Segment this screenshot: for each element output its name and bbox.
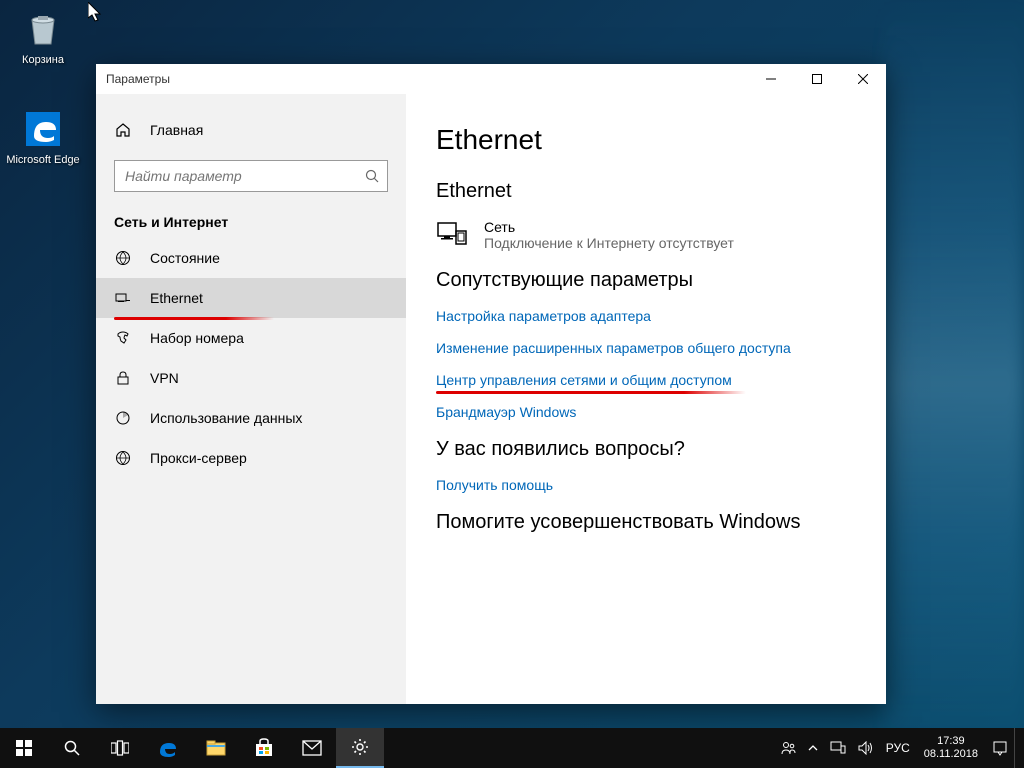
network-name: Сеть bbox=[484, 219, 734, 235]
section-ethernet: Ethernet bbox=[436, 180, 856, 203]
show-desktop-button[interactable] bbox=[1014, 728, 1020, 768]
edge-label: Microsoft Edge bbox=[6, 154, 80, 166]
recycle-bin-label: Корзина bbox=[6, 54, 80, 66]
link-firewall[interactable]: Брандмауэр Windows bbox=[436, 404, 856, 420]
nav-ethernet-label: Ethernet bbox=[150, 290, 203, 306]
nav-status[interactable]: Состояние bbox=[96, 238, 406, 278]
nav-status-label: Состояние bbox=[150, 250, 220, 266]
vpn-icon bbox=[114, 370, 132, 386]
minimize-button[interactable] bbox=[748, 64, 794, 94]
taskbar-explorer[interactable] bbox=[192, 728, 240, 768]
proxy-icon bbox=[114, 450, 132, 466]
tray-date: 08.11.2018 bbox=[924, 748, 978, 761]
content-pane: Ethernet Ethernet Сеть Подключение к Инт… bbox=[406, 94, 886, 704]
search-icon bbox=[365, 169, 379, 183]
dialup-icon bbox=[114, 330, 132, 346]
category-label: Сеть и Интернет bbox=[96, 192, 406, 238]
annotation-underline bbox=[436, 391, 746, 394]
tray-people-icon[interactable] bbox=[774, 740, 802, 756]
system-tray: РУС 17:39 08.11.2018 bbox=[774, 728, 1024, 768]
nav-dialup[interactable]: Набор номера bbox=[96, 318, 406, 358]
start-button[interactable] bbox=[0, 728, 48, 768]
link-adapter-settings[interactable]: Настройка параметров адаптера bbox=[436, 308, 856, 324]
edge-icon bbox=[22, 108, 64, 150]
nav-ethernet[interactable]: Ethernet bbox=[96, 278, 406, 318]
taskbar-settings[interactable] bbox=[336, 728, 384, 768]
recycle-bin-icon bbox=[22, 8, 64, 50]
tray-time: 17:39 bbox=[924, 735, 978, 748]
ethernet-icon bbox=[114, 290, 132, 306]
taskbar: РУС 17:39 08.11.2018 bbox=[0, 728, 1024, 768]
task-view-button[interactable] bbox=[96, 728, 144, 768]
nav-data-usage-label: Использование данных bbox=[150, 410, 302, 426]
tray-notifications-icon[interactable] bbox=[986, 740, 1014, 756]
status-icon bbox=[114, 250, 132, 266]
nav-vpn-label: VPN bbox=[150, 370, 179, 386]
network-icon bbox=[436, 219, 472, 249]
nav-proxy[interactable]: Прокси-сервер bbox=[96, 438, 406, 478]
home-link[interactable]: Главная bbox=[96, 112, 406, 148]
tray-chevron-up-icon[interactable] bbox=[802, 743, 824, 753]
link-get-help[interactable]: Получить помощь bbox=[436, 477, 856, 493]
tray-language[interactable]: РУС bbox=[880, 741, 916, 755]
search-button[interactable] bbox=[48, 728, 96, 768]
window-title: Параметры bbox=[106, 72, 170, 86]
edge-desktop-icon[interactable]: Microsoft Edge bbox=[6, 108, 80, 166]
network-status: Подключение к Интернету отсутствует bbox=[484, 235, 734, 251]
home-label: Главная bbox=[150, 122, 203, 138]
home-icon bbox=[114, 122, 132, 138]
taskbar-store[interactable] bbox=[240, 728, 288, 768]
improve-heading: Помогите усовершенствовать Windows bbox=[436, 511, 856, 534]
help-heading: У вас появились вопросы? bbox=[436, 438, 856, 461]
taskbar-edge[interactable] bbox=[144, 728, 192, 768]
taskbar-mail[interactable] bbox=[288, 728, 336, 768]
tray-clock[interactable]: 17:39 08.11.2018 bbox=[916, 735, 986, 761]
nav-dialup-label: Набор номера bbox=[150, 330, 244, 346]
search-box[interactable] bbox=[114, 160, 388, 192]
search-input[interactable] bbox=[125, 168, 365, 184]
link-advanced-sharing[interactable]: Изменение расширенных параметров общего … bbox=[436, 340, 856, 356]
nav-vpn[interactable]: VPN bbox=[96, 358, 406, 398]
titlebar[interactable]: Параметры bbox=[96, 64, 886, 94]
data-usage-icon bbox=[114, 410, 132, 426]
settings-window: Параметры Главная Сеть и Интернет Состоя… bbox=[96, 64, 886, 704]
cursor-icon bbox=[88, 2, 104, 24]
tray-network-icon[interactable] bbox=[824, 741, 852, 755]
link-network-center[interactable]: Центр управления сетями и общим доступом bbox=[436, 372, 856, 388]
nav-proxy-label: Прокси-сервер bbox=[150, 450, 247, 466]
recycle-bin-desktop-icon[interactable]: Корзина bbox=[6, 8, 80, 66]
maximize-button[interactable] bbox=[794, 64, 840, 94]
close-button[interactable] bbox=[840, 64, 886, 94]
nav-data-usage[interactable]: Использование данных bbox=[96, 398, 406, 438]
tray-volume-icon[interactable] bbox=[852, 741, 880, 755]
network-item[interactable]: Сеть Подключение к Интернету отсутствует bbox=[436, 219, 856, 251]
sidebar: Главная Сеть и Интернет Состояние Ethern… bbox=[96, 94, 406, 704]
page-title: Ethernet bbox=[436, 124, 856, 156]
related-heading: Сопутствующие параметры bbox=[436, 269, 856, 292]
